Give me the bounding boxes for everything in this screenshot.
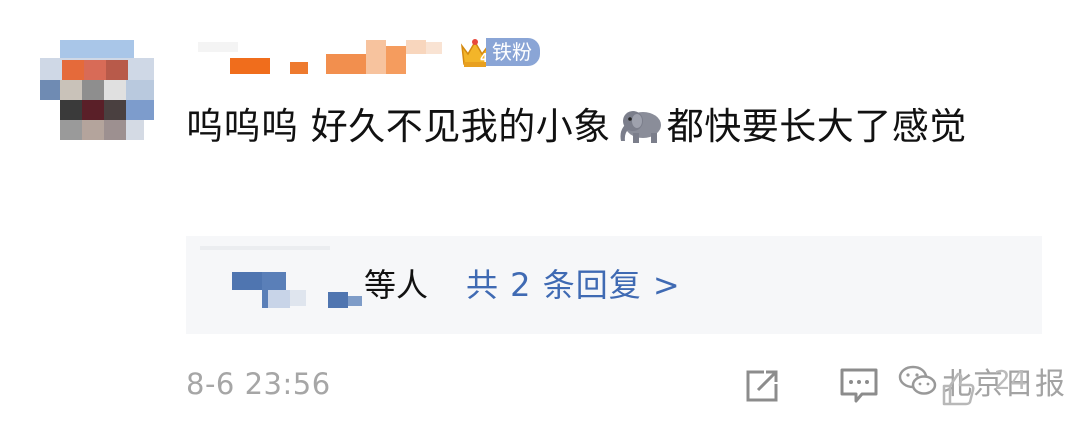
avatar-pixel xyxy=(60,100,82,120)
avatar-pixel xyxy=(104,80,126,100)
comment-text-part2: 都快要长大了感觉 xyxy=(666,105,967,148)
reply-username-pixel xyxy=(268,290,290,308)
avatar-pixel xyxy=(104,100,126,120)
comment-timestamp: 8-6 23:56 xyxy=(186,367,331,401)
username-pixel xyxy=(406,40,426,54)
avatar-pixel xyxy=(82,100,104,120)
avatar-pixel xyxy=(60,120,82,140)
avatar-pixel xyxy=(126,80,154,100)
avatar-pixel xyxy=(60,80,82,100)
reply-username-pixel xyxy=(328,292,348,308)
avatar-pixel xyxy=(126,100,154,120)
comment-text-part1: 呜呜呜 好久不见我的小象 xyxy=(186,105,611,148)
watermark: 北京日报 xyxy=(898,358,1066,404)
avatar-pixel xyxy=(82,120,104,140)
avatar-pixel xyxy=(104,120,126,140)
fan-badge[interactable]: 4 铁粉 xyxy=(458,34,540,70)
wechat-icon xyxy=(898,365,937,395)
username-pixel xyxy=(326,54,366,74)
avatar-pixel xyxy=(82,80,104,100)
username-pixel xyxy=(426,42,442,54)
username-pixel xyxy=(198,42,238,52)
username-pixel xyxy=(386,46,406,74)
reply-username-pixel xyxy=(200,246,330,250)
view-replies-link[interactable]: 共 2 条回复 > xyxy=(466,262,681,308)
avatar-pixel xyxy=(60,40,134,58)
elephant-emoji xyxy=(620,111,661,143)
like-count: 24 xyxy=(994,366,1028,396)
comment-icon[interactable] xyxy=(838,366,880,406)
avatar[interactable] xyxy=(40,40,154,140)
share-icon[interactable] xyxy=(742,366,782,406)
comment-text: 呜呜呜 好久不见我的小象 都快要长大了感觉 xyxy=(186,98,1026,156)
like-icon[interactable] xyxy=(940,372,976,406)
avatar-pixel xyxy=(40,80,60,100)
username-pixel xyxy=(290,62,308,74)
avatar-pixel xyxy=(106,60,128,80)
reply-username-pixel xyxy=(290,290,306,306)
username-pixel xyxy=(366,40,386,74)
reply-username-pixel xyxy=(232,272,262,290)
reply-username-pixel xyxy=(348,296,362,306)
avatar-pixel xyxy=(126,120,144,140)
avatar-pixel xyxy=(84,60,106,80)
fan-badge-label: 铁粉 xyxy=(486,38,540,66)
username-blurred[interactable] xyxy=(186,36,606,80)
reply-suffix: 等人 xyxy=(364,266,429,304)
username-pixel xyxy=(230,58,270,74)
avatar-pixel xyxy=(62,60,84,80)
